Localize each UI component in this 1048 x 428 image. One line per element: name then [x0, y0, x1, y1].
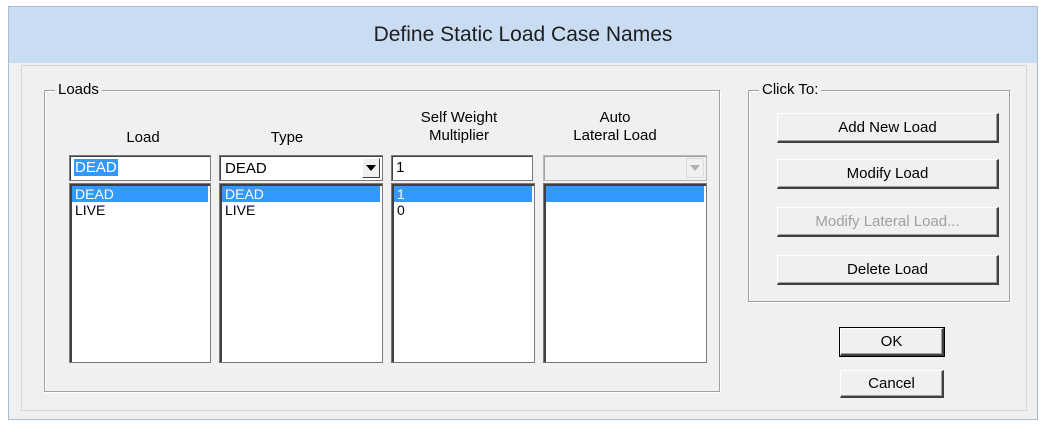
auto-lateral-header-line1: Auto — [599, 109, 631, 126]
load-name-input-value: DEAD — [74, 159, 118, 176]
loads-group-legend: Loads — [55, 81, 102, 98]
dialog-title: Define Static Load Case Names — [9, 7, 1037, 63]
self-weight-input[interactable]: 1 — [391, 155, 533, 181]
auto-lateral-dropdown-button[interactable] — [686, 158, 704, 178]
add-new-load-button[interactable]: Add New Load — [777, 113, 999, 143]
auto-lateral-dropdown[interactable] — [543, 155, 707, 181]
modify-lateral-load-button[interactable]: Modify Lateral Load... — [777, 207, 999, 237]
cancel-button[interactable]: Cancel — [840, 370, 944, 398]
modify-load-button[interactable]: Modify Load — [777, 159, 999, 189]
list-item[interactable]: LIVE — [222, 202, 380, 218]
load-type-dropdown-value: DEAD — [225, 160, 267, 177]
list-item[interactable]: 1 — [394, 186, 532, 202]
auto-lateral-list[interactable] — [543, 183, 707, 363]
load-list[interactable]: DEAD LIVE — [69, 183, 211, 363]
list-item[interactable] — [546, 186, 704, 202]
self-weight-header-line2: Multiplier — [428, 127, 489, 144]
dialog-client: Loads Load Type Self Weight Multiplier A… — [21, 65, 1027, 411]
click-to-group-legend: Click To: — [759, 81, 822, 98]
ok-button[interactable]: OK — [839, 327, 945, 357]
delete-load-button[interactable]: Delete Load — [777, 255, 999, 285]
load-name-input[interactable]: DEAD — [69, 155, 211, 181]
list-item[interactable]: DEAD — [72, 186, 208, 202]
auto-lateral-column-header: Auto Lateral Load — [555, 109, 675, 145]
self-weight-header-line1: Self Weight — [420, 109, 498, 126]
chevron-down-icon — [690, 165, 700, 171]
self-weight-input-value: 1 — [396, 159, 405, 176]
load-type-dropdown[interactable]: DEAD — [219, 155, 383, 181]
loads-group: Loads Load Type Self Weight Multiplier A… — [44, 81, 720, 392]
list-item[interactable]: 0 — [394, 202, 532, 218]
type-list[interactable]: DEAD LIVE — [219, 183, 383, 363]
load-column-header: Load — [126, 129, 160, 146]
list-item[interactable]: LIVE — [72, 202, 208, 218]
list-item[interactable] — [546, 202, 704, 218]
dialog-window: Define Static Load Case Names Loads Load… — [8, 6, 1038, 420]
auto-lateral-header-line2: Lateral Load — [573, 127, 657, 144]
list-item[interactable]: DEAD — [222, 186, 380, 202]
click-to-group: Click To: Add New Load Modify Load Modif… — [748, 81, 1010, 302]
self-weight-column-header: Self Weight Multiplier — [399, 109, 519, 145]
self-weight-list[interactable]: 1 0 — [391, 183, 535, 363]
load-type-dropdown-button[interactable] — [362, 158, 380, 178]
chevron-down-icon — [366, 165, 376, 171]
type-column-header: Type — [270, 129, 304, 146]
